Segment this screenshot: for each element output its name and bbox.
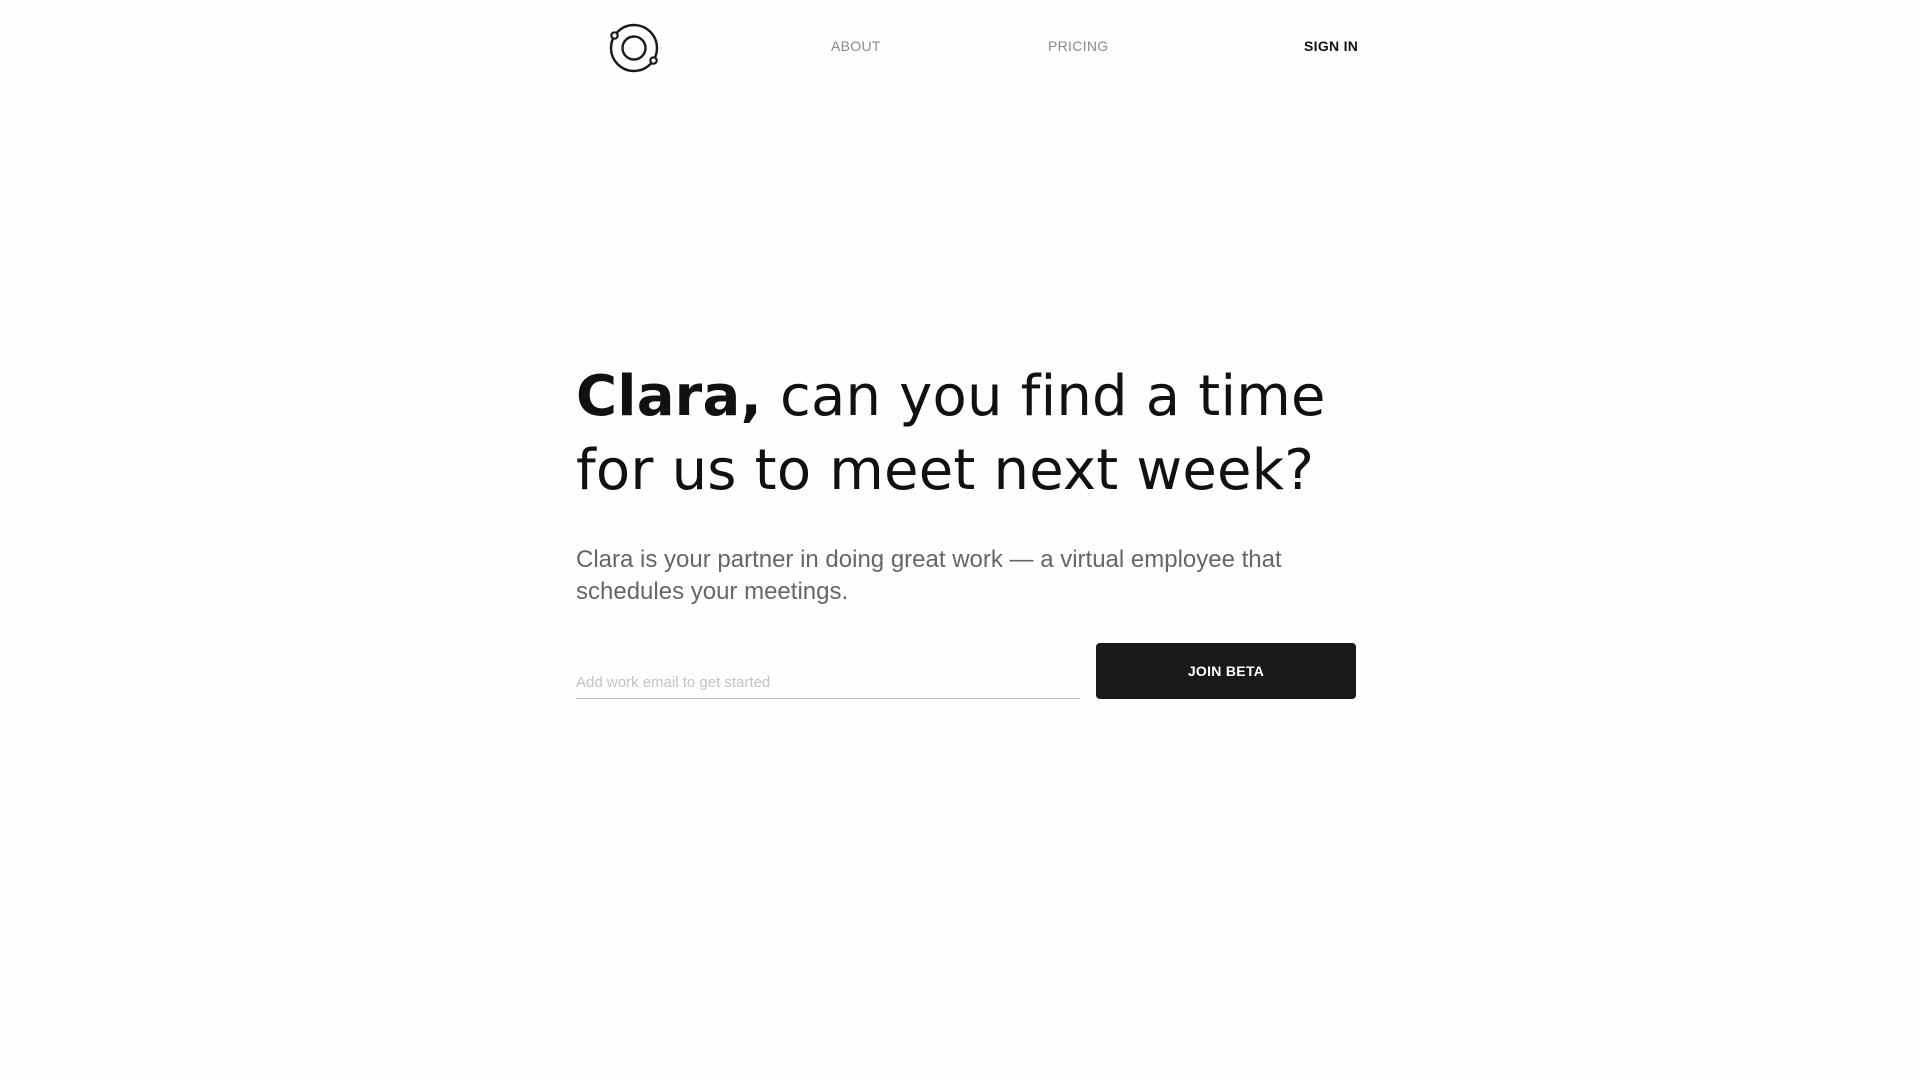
hero-section: Clara, can you find a time for us to mee…	[576, 360, 1356, 508]
clara-orbit-logo-icon	[609, 23, 659, 73]
nav-link-pricing[interactable]: PRICING	[1048, 38, 1108, 54]
hero-headline: Clara, can you find a time for us to mee…	[576, 360, 1356, 508]
site-header: ABOUT PRICING SIGN IN	[0, 0, 1920, 96]
work-email-input[interactable]	[576, 666, 1080, 699]
headline-bold-name: Clara,	[576, 364, 762, 429]
landing-page: ABOUT PRICING SIGN IN Clara, can you fin…	[0, 0, 1920, 1080]
nav-link-about[interactable]: ABOUT	[831, 38, 881, 54]
sign-in-link[interactable]: SIGN IN	[1304, 38, 1358, 54]
hero-subheading: Clara is your partner in doing great wor…	[576, 546, 1282, 605]
join-beta-button[interactable]: JOIN BETA	[1096, 643, 1356, 699]
logo-icon[interactable]	[608, 22, 660, 74]
